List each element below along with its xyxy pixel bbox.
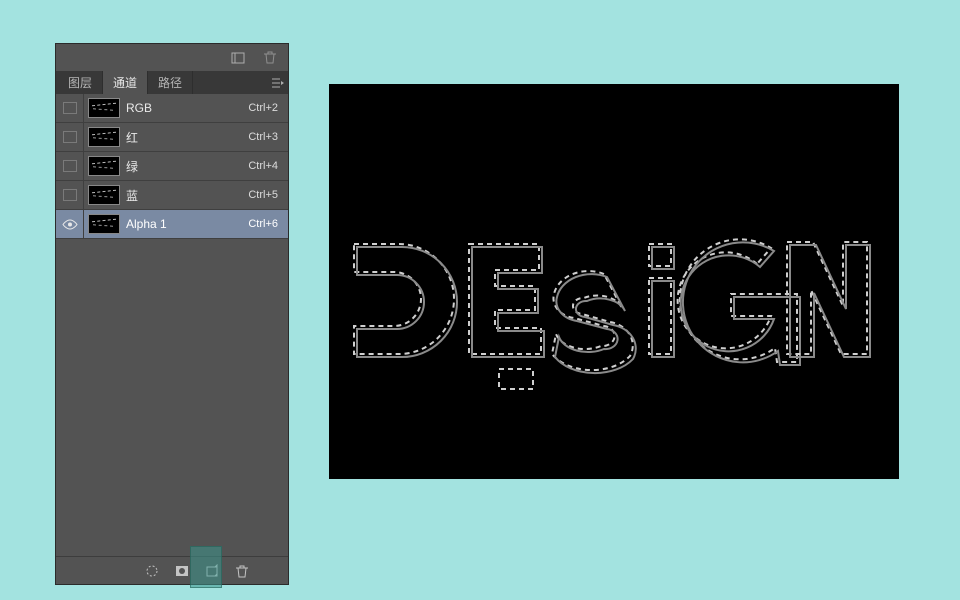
visibility-toggle[interactable]	[56, 94, 84, 122]
channel-shortcut: Ctrl+6	[248, 218, 288, 230]
channel-thumbnail	[88, 98, 120, 118]
channel-thumbnail	[88, 214, 120, 234]
artwork-design-text	[329, 204, 899, 434]
footer-highlight	[191, 547, 221, 587]
eye-icon	[62, 219, 78, 230]
panel-topbar	[56, 44, 288, 71]
panel-tabs: 图层 通道 路径	[56, 71, 288, 94]
visibility-toggle[interactable]	[56, 123, 84, 151]
channel-shortcut: Ctrl+3	[248, 131, 288, 143]
trash-icon[interactable]	[258, 47, 282, 69]
visibility-off-icon	[63, 102, 77, 114]
visibility-toggle[interactable]	[56, 152, 84, 180]
channel-row-blue[interactable]: 蓝 Ctrl+5	[56, 181, 288, 209]
channel-name: 蓝	[126, 187, 248, 204]
visibility-toggle[interactable]	[56, 210, 84, 238]
channel-list: RGB Ctrl+2 红 Ctrl+3 绿 Ctrl+4	[56, 94, 288, 239]
panel-footer	[56, 556, 288, 584]
visibility-off-icon	[63, 160, 77, 172]
channel-name: 绿	[126, 158, 248, 175]
visibility-toggle[interactable]	[56, 181, 84, 209]
channel-name: 红	[126, 129, 248, 146]
visibility-off-icon	[63, 189, 77, 201]
panel-empty-area	[56, 239, 288, 556]
channel-thumbnail	[88, 127, 120, 147]
tab-layers[interactable]: 图层	[58, 71, 103, 94]
channels-panel: 图层 通道 路径 RGB Ctrl+2 红 Ctrl+3	[55, 43, 289, 585]
tab-paths[interactable]: 路径	[148, 71, 193, 94]
channel-row-alpha1[interactable]: Alpha 1 Ctrl+6	[56, 210, 288, 238]
channel-shortcut: Ctrl+4	[248, 160, 288, 172]
visibility-off-icon	[63, 131, 77, 143]
document-canvas	[329, 84, 899, 479]
channel-row-red[interactable]: 红 Ctrl+3	[56, 123, 288, 151]
channel-thumbnail	[88, 185, 120, 205]
channel-name: RGB	[126, 101, 248, 115]
delete-channel-icon[interactable]	[228, 559, 256, 583]
channel-row-rgb[interactable]: RGB Ctrl+2	[56, 94, 288, 122]
panel-flyout-menu-icon[interactable]	[268, 71, 288, 94]
load-selection-icon[interactable]	[138, 559, 166, 583]
channel-row-green[interactable]: 绿 Ctrl+4	[56, 152, 288, 180]
tab-channels[interactable]: 通道	[103, 71, 148, 94]
collapse-icon[interactable]	[226, 47, 250, 69]
channel-name: Alpha 1	[126, 217, 248, 231]
channel-shortcut: Ctrl+2	[248, 102, 288, 114]
channel-shortcut: Ctrl+5	[248, 189, 288, 201]
channel-thumbnail	[88, 156, 120, 176]
